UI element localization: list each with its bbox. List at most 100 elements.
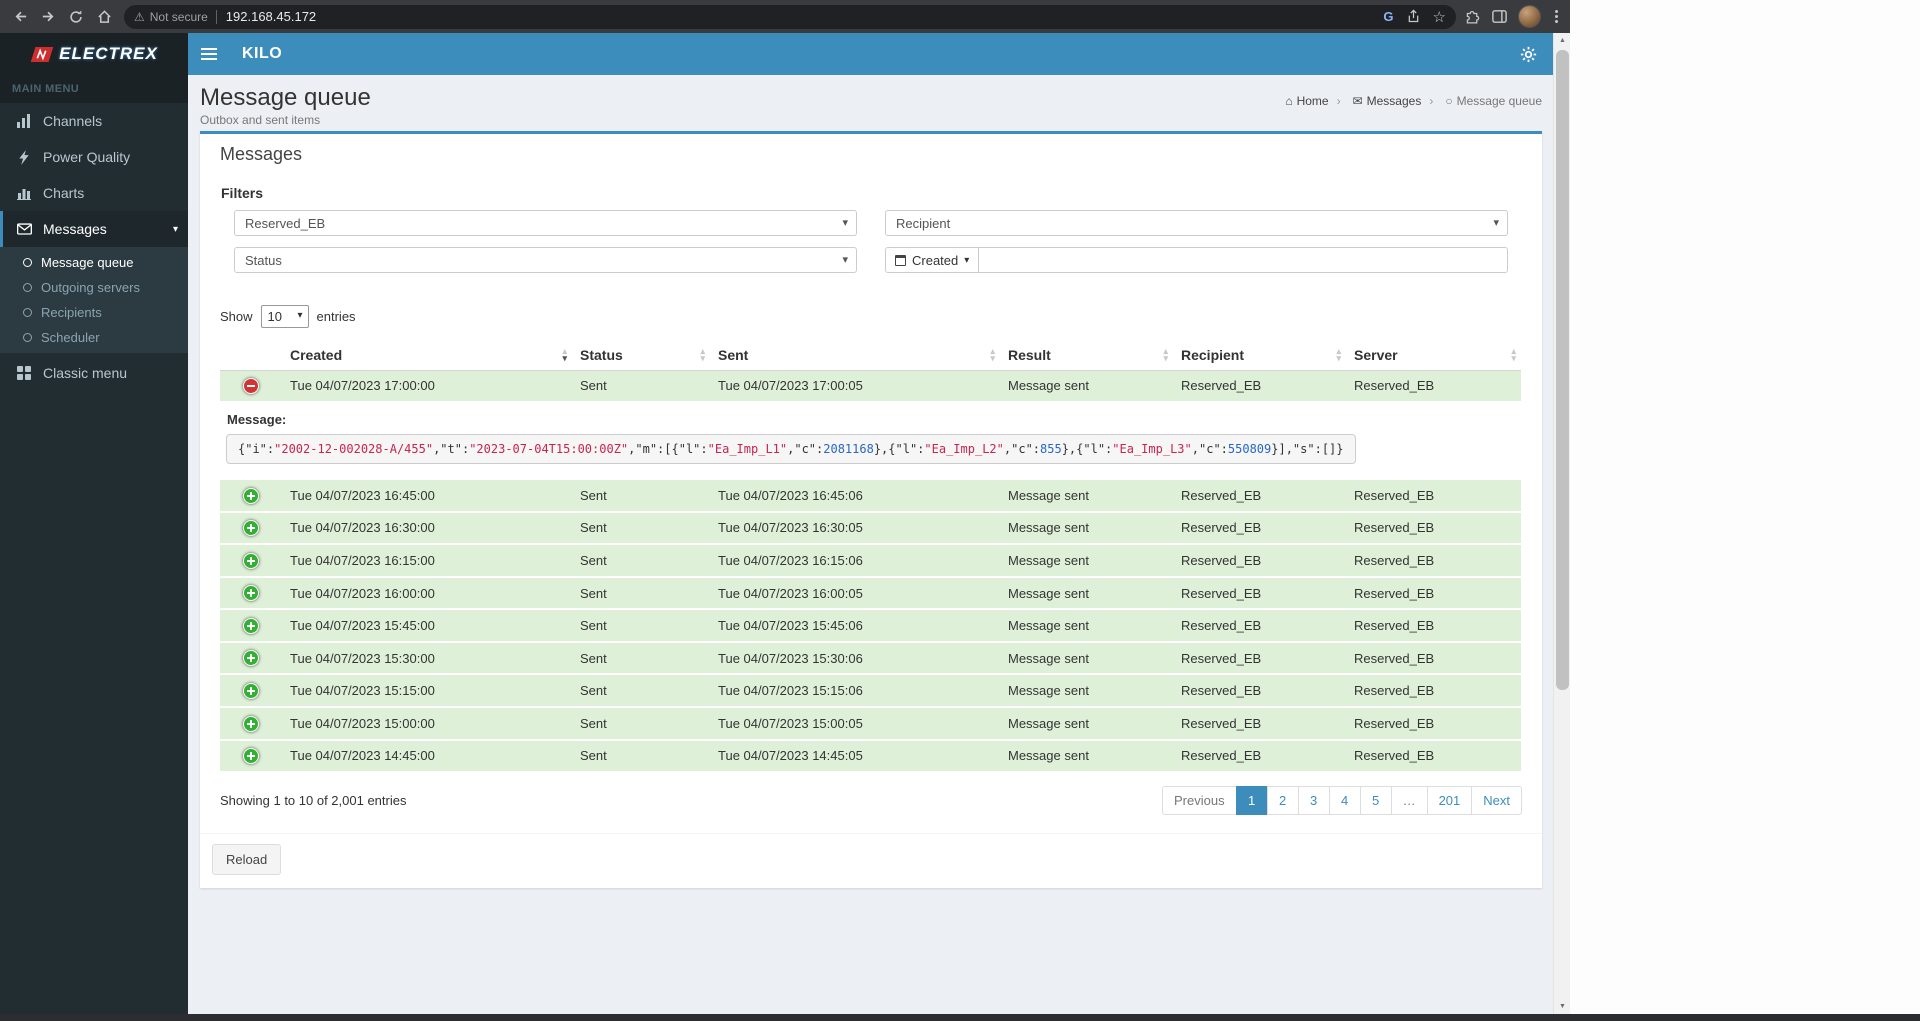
back-button-icon[interactable]: [8, 5, 32, 29]
page-button-page-4[interactable]: 4: [1328, 786, 1361, 816]
page-scrollbar[interactable]: ▲ ▼: [1553, 33, 1570, 1014]
content-header: Message queue Outbox and sent items ⌂ Ho…: [188, 75, 1553, 131]
cell-sent: Tue 04/07/2023 15:30:06: [718, 650, 863, 666]
expand-row-icon[interactable]: [243, 715, 259, 732]
cell-result: Message sent: [1008, 378, 1089, 394]
expand-row-icon[interactable]: [243, 552, 259, 569]
sidebar-item-message-queue[interactable]: Message queue: [0, 250, 188, 275]
message-label: Message:: [227, 412, 287, 428]
caret-down-icon: ▾: [964, 254, 970, 266]
created-date-input[interactable]: [979, 247, 1508, 273]
page-button-page-5[interactable]: 5: [1359, 786, 1392, 816]
forward-button-icon[interactable]: [36, 5, 60, 29]
breadcrumb-home[interactable]: ⌂ Home: [1285, 94, 1328, 108]
reload-button[interactable]: Reload: [212, 844, 282, 876]
page-button-page-201[interactable]: 201: [1426, 786, 1473, 816]
cell-created: Tue 04/07/2023 15:15:00: [290, 683, 435, 699]
box-title: Messages: [220, 144, 303, 164]
address-bar[interactable]: ⚠ Not secure 192.168.45.172 G ☆: [124, 4, 1456, 29]
desktop-background: [1570, 0, 1920, 1014]
breadcrumb-messages[interactable]: ✉ Messages: [1329, 94, 1422, 108]
page-button-next[interactable]: Next: [1471, 786, 1522, 816]
breadcrumb-label: Messages: [1366, 94, 1422, 108]
column-header-recipient[interactable]: Recipient ▴ ▾: [1173, 341, 1346, 371]
browser-menu-icon[interactable]: [1551, 10, 1562, 23]
collapse-row-icon[interactable]: [243, 378, 259, 395]
sidebar-toggle-icon[interactable]: [188, 33, 230, 75]
sidebar-item-channels[interactable]: Channels: [0, 103, 188, 139]
expand-row-icon[interactable]: [243, 585, 259, 602]
sidebar-item-power-quality[interactable]: Power Quality: [0, 139, 188, 175]
status-filter-select[interactable]: Status ▾: [234, 247, 857, 273]
cell-recipient: Reserved_EB: [1181, 552, 1262, 568]
created-filter-button[interactable]: Created ▾: [885, 247, 980, 273]
chevron-down-icon: ▾: [1493, 217, 1499, 229]
share-icon[interactable]: [1406, 9, 1421, 24]
envelope-icon: ✉: [1352, 94, 1363, 108]
cell-result: Message sent: [1008, 520, 1089, 536]
scrollbar-thumb[interactable]: [1556, 50, 1569, 690]
google-icon[interactable]: G: [1383, 9, 1393, 24]
sidebar-item-messages[interactable]: Messages ▾: [0, 211, 188, 247]
channel-filter-select[interactable]: Reserved_EB ▾: [234, 210, 857, 236]
table-row: Tue 04/07/2023 16:30:00 Sent Tue 04/07/2…: [220, 511, 1521, 545]
column-header-server[interactable]: Server ▴ ▾: [1346, 341, 1521, 371]
breadcrumb-label: Message queue: [1456, 94, 1542, 108]
app-logo[interactable]: ELECTREX: [0, 33, 188, 75]
row-toggle-cell: [220, 642, 282, 675]
chevron-down-icon: ▾: [842, 254, 848, 266]
created-filter-label: Created: [912, 252, 959, 268]
row-toggle-cell: [220, 707, 282, 740]
row-toggle-cell: [220, 512, 282, 545]
sidebar-item-recipients[interactable]: Recipients: [0, 300, 188, 325]
page-button-page-2[interactable]: 2: [1266, 786, 1299, 816]
cell-result: Message sent: [1008, 748, 1089, 764]
cell-sent: Tue 04/07/2023 15:00:05: [718, 715, 863, 731]
page-viewport: ELECTREX KILO MAIN MENU Channels Power Q…: [0, 33, 1553, 1014]
recipient-filter-select[interactable]: Recipient ▾: [885, 210, 1508, 236]
cell-created: Tue 04/07/2023 15:00:00: [290, 715, 435, 731]
extensions-puzzle-icon[interactable]: [1464, 8, 1481, 25]
logo-text: ELECTREX: [59, 44, 158, 63]
sidebar-subitem-label: Recipients: [41, 305, 102, 320]
profile-avatar[interactable]: [1518, 5, 1541, 28]
column-header-created[interactable]: Created ▴ ▾: [282, 341, 572, 371]
sidebar-item-scheduler[interactable]: Scheduler: [0, 325, 188, 350]
cell-recipient: Reserved_EB: [1181, 520, 1262, 536]
page-button-page-1[interactable]: 1: [1235, 786, 1268, 816]
expand-row-icon[interactable]: [243, 520, 259, 537]
scroll-up-arrow[interactable]: ▲: [1554, 33, 1571, 48]
message-json: {"i":"2002-12-002028-A/455","t":"2023-07…: [226, 434, 1356, 465]
taskbar-edge: [0, 1014, 1920, 1021]
settings-gear-icon[interactable]: [1520, 46, 1537, 63]
sidebar-item-classic-menu[interactable]: Classic menu: [0, 355, 188, 391]
cell-sent: Tue 04/07/2023 16:00:05: [718, 585, 863, 601]
home-button-icon[interactable]: [92, 5, 116, 29]
expand-row-icon[interactable]: [243, 617, 259, 634]
expand-row-icon[interactable]: [243, 487, 259, 504]
sidebar-item-charts[interactable]: Charts: [0, 175, 188, 211]
reload-button-icon[interactable]: [64, 5, 88, 29]
table-header-row: Created ▴ ▾ Status ▴ ▾ Sent ▴ ▾ Result ▴…: [220, 341, 1521, 371]
sidebar-item-outgoing-servers[interactable]: Outgoing servers: [0, 275, 188, 300]
bookmark-star-icon[interactable]: ☆: [1433, 8, 1446, 26]
column-header-status[interactable]: Status ▴ ▾: [572, 341, 710, 371]
show-label: Show: [220, 309, 253, 324]
page-length-select[interactable]: 10 ▾: [260, 305, 309, 328]
column-header-result[interactable]: Result ▴ ▾: [1000, 341, 1173, 371]
side-panel-icon[interactable]: [1491, 8, 1508, 25]
cell-sent: Tue 04/07/2023 15:15:06: [718, 683, 863, 699]
cell-recipient: Reserved_EB: [1181, 748, 1262, 764]
column-header-sent[interactable]: Sent ▴ ▾: [710, 341, 1000, 371]
page-button-page-3[interactable]: 3: [1297, 786, 1330, 816]
scroll-down-arrow[interactable]: ▼: [1554, 999, 1571, 1014]
expand-row-icon[interactable]: [243, 748, 259, 765]
table-row: Tue 04/07/2023 14:45:00 Sent Tue 04/07/2…: [220, 739, 1521, 773]
cell-created: Tue 04/07/2023 16:15:00: [290, 552, 435, 568]
status-filter-value: Status: [245, 252, 282, 268]
cell-created: Tue 04/07/2023 16:45:00: [290, 487, 435, 503]
page-subtitle: Outbox and sent items: [200, 113, 321, 127]
cell-status: Sent: [580, 487, 607, 503]
expand-row-icon[interactable]: [243, 683, 259, 699]
expand-row-icon[interactable]: [243, 650, 259, 667]
